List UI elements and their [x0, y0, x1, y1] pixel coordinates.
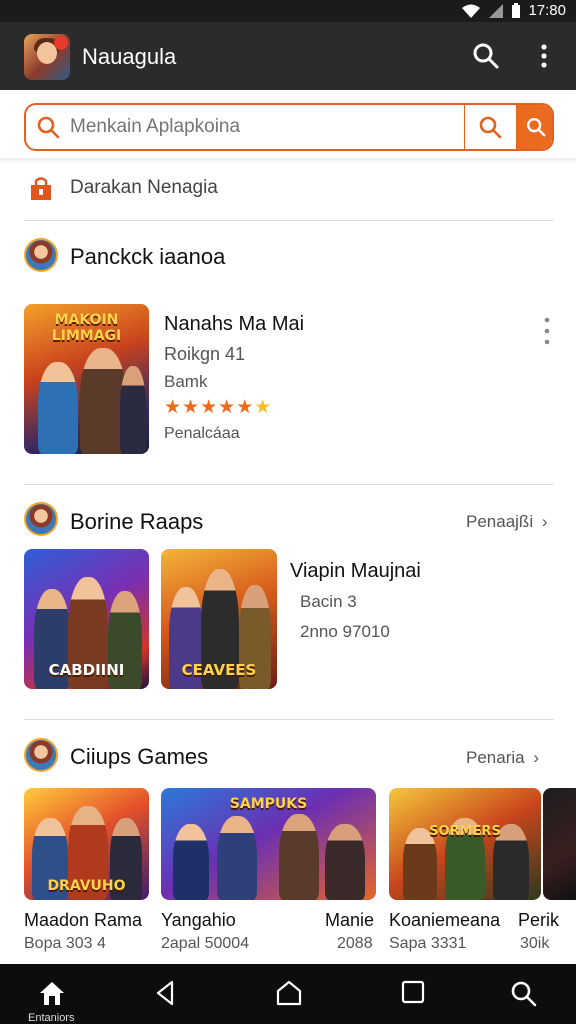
- app-bar: Nauagula: [0, 22, 576, 90]
- section-title: Borine Raaps: [70, 509, 204, 534]
- star-icon: ★: [200, 397, 218, 418]
- game-meta: 2nno 97010: [300, 622, 390, 641]
- divider: [24, 719, 554, 720]
- divider: [24, 484, 554, 485]
- star-icon: ★: [218, 397, 236, 418]
- wifi-icon: [462, 4, 481, 18]
- chevron-right-icon: ›: [541, 512, 548, 531]
- game-meta: Bacin 3: [300, 592, 357, 611]
- see-more-label: Penaajßi: [466, 512, 534, 531]
- see-more-label: Penaria: [466, 748, 525, 767]
- cover-caption: SORMERS: [429, 824, 501, 839]
- divider: [24, 220, 554, 221]
- status-bar: 17:80: [0, 0, 576, 22]
- game-title[interactable]: Manie: [325, 910, 374, 931]
- cover-caption: CABDIINI: [48, 661, 125, 679]
- nav-back-button[interactable]: [140, 964, 190, 1024]
- star-icon: ★: [182, 397, 200, 418]
- bag-icon: [31, 177, 51, 200]
- section-avatar-icon: [24, 738, 58, 772]
- game-title[interactable]: Viapin Maujnai: [290, 560, 421, 583]
- game-title[interactable]: Perik: [518, 910, 559, 931]
- more-vert-icon[interactable]: [542, 316, 552, 346]
- header-shadow: [0, 158, 576, 164]
- game-cover[interactable]: DRAVUHO: [24, 788, 149, 900]
- nav-home-label: Entaniors: [28, 1012, 75, 1024]
- recents-icon: [401, 980, 425, 1004]
- star-icon: ★: [164, 397, 182, 418]
- search-icon[interactable]: [472, 42, 500, 70]
- game-title[interactable]: Maadon Rama: [24, 910, 142, 931]
- game-meta: Bopa 303 4: [24, 935, 106, 952]
- search-submit-button[interactable]: [516, 105, 552, 149]
- cover-caption: SAMPUKS: [229, 796, 308, 812]
- featured-game-category: Bamk: [164, 372, 208, 391]
- nav-recents-button[interactable]: [388, 964, 438, 1024]
- section-title: Panckck iaanoa: [70, 244, 226, 269]
- home-icon: [40, 982, 64, 1005]
- battery-icon: [512, 2, 521, 18]
- section-avatar-icon: [24, 238, 58, 272]
- chevron-right-icon: ›: [533, 748, 540, 767]
- bottom-navigation: Entaniors: [0, 964, 576, 1024]
- rating-stars: ★ ★ ★ ★ ★ ★: [164, 398, 271, 417]
- back-icon: [156, 980, 174, 1006]
- star-icon: ★: [236, 397, 254, 418]
- cover-caption: MAKOIN LIMMAGI: [51, 312, 122, 344]
- game-cover[interactable]: SORMERS: [389, 788, 541, 900]
- search-input[interactable]: [70, 111, 460, 143]
- featured-game-title[interactable]: Nanahs Ma Mai: [164, 313, 304, 336]
- featured-game-cover[interactable]: MAKOIN LIMMAGI: [24, 304, 149, 454]
- section-title: Ciiups Games: [70, 744, 209, 769]
- cover-caption: CEAVEES: [181, 661, 257, 679]
- game-cover[interactable]: [543, 788, 576, 900]
- see-more-link[interactable]: Penaria ›: [466, 748, 539, 768]
- nav-search-button[interactable]: [498, 964, 550, 1024]
- search-divider: [464, 105, 465, 149]
- game-meta: 2apal 50004: [161, 935, 250, 952]
- app-title: Nauagula: [82, 44, 177, 69]
- game-meta: 2088: [337, 935, 373, 952]
- status-time: 17:80: [528, 2, 566, 19]
- featured-game-subtitle: Roikgn 41: [164, 344, 246, 364]
- game-title[interactable]: Koaniemeana: [389, 910, 500, 931]
- cover-caption: DRAVUHO: [47, 878, 126, 894]
- more-vert-icon[interactable]: [532, 42, 556, 70]
- game-cover[interactable]: CABDIINI: [24, 549, 149, 689]
- game-title[interactable]: Yangahio: [161, 910, 236, 931]
- game-meta: 30ik: [520, 935, 550, 952]
- search-icon[interactable]: [478, 115, 502, 139]
- game-meta: Sapa 3331: [389, 935, 467, 952]
- signal-icon: [489, 3, 504, 18]
- game-cover[interactable]: SAMPUKS: [161, 788, 376, 900]
- featured-game-status: Penalcáaa: [164, 425, 240, 442]
- game-cover[interactable]: CEAVEES: [161, 549, 277, 689]
- search-icon: [527, 118, 546, 137]
- nav-home-button[interactable]: Entaniors: [20, 964, 84, 1024]
- promo-row[interactable]: Darakan Nenagia: [24, 172, 554, 212]
- nav-home-circle-button[interactable]: [264, 964, 314, 1024]
- circle-home-icon: [276, 980, 302, 1006]
- section-avatar-icon: [24, 502, 58, 536]
- search-icon: [37, 116, 60, 139]
- app-logo-icon[interactable]: [24, 34, 70, 80]
- star-half-icon: ★: [254, 397, 272, 418]
- search-box: [24, 103, 554, 151]
- promo-label: Darakan Nenagia: [70, 177, 218, 198]
- search-icon: [511, 981, 537, 1007]
- see-more-link[interactable]: Penaajßi ›: [466, 512, 548, 532]
